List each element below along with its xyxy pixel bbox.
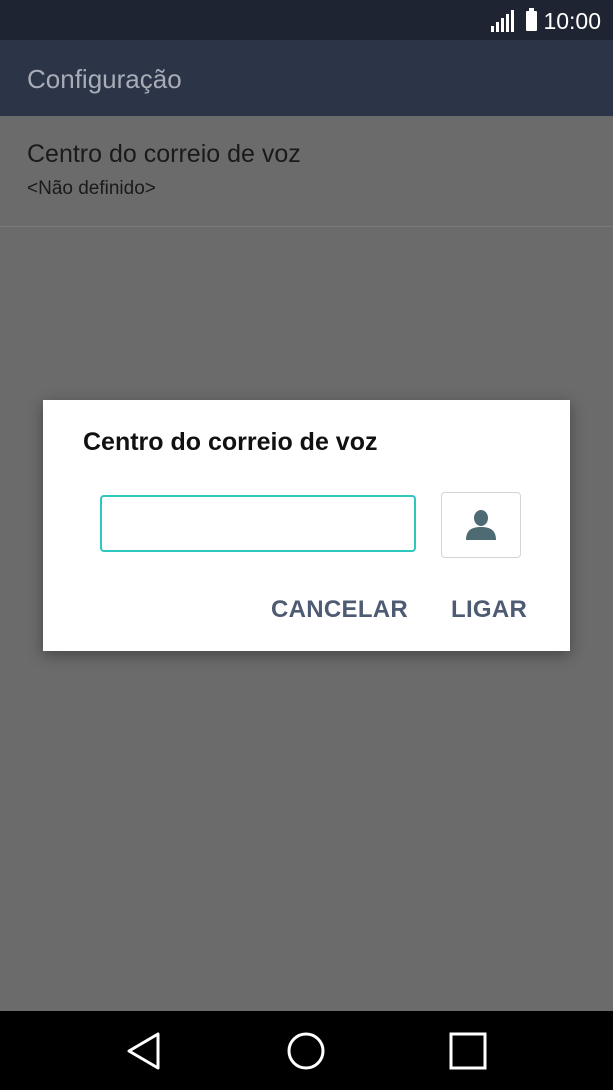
dialog-title: Centro do correio de voz — [83, 428, 378, 456]
page-title: Configuração — [27, 64, 182, 94]
call-button[interactable]: LIGAR — [451, 596, 527, 624]
back-icon[interactable] — [122, 1029, 166, 1073]
voicemail-number-input[interactable] — [100, 495, 416, 552]
cancel-button[interactable]: CANCELAR — [271, 596, 408, 624]
voicemail-center-summary: <Não definido> — [27, 178, 156, 199]
status-icons: 10:00 — [491, 7, 601, 35]
recents-icon[interactable] — [446, 1029, 490, 1073]
app-bar: Configuração — [0, 40, 613, 116]
signal-icon — [491, 10, 515, 32]
voicemail-dialog: Centro do correio de voz CANCELAR LIGAR — [43, 400, 570, 651]
navigation-bar — [0, 1011, 613, 1090]
status-clock: 10:00 — [543, 8, 601, 34]
home-icon[interactable] — [284, 1029, 328, 1073]
voicemail-center-title: Centro do correio de voz — [27, 140, 301, 168]
voicemail-center-item[interactable]: Centro do correio de voz <Não definido> — [0, 116, 613, 227]
pick-contact-button[interactable] — [441, 492, 521, 558]
status-bar: 10:00 — [0, 0, 613, 40]
contact-person-icon — [466, 510, 496, 540]
battery-icon — [526, 8, 538, 31]
